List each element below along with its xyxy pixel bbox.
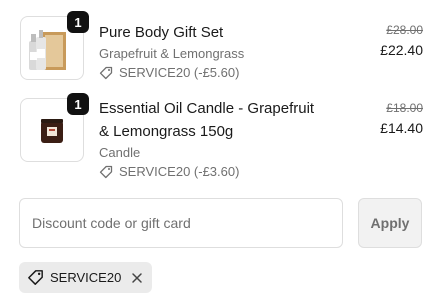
applied-discount-tag: SERVICE20 bbox=[19, 262, 153, 293]
product-title: Pure Body Gift Set bbox=[99, 24, 224, 41]
product-info: Essential Oil Candle - Grapefruit & Lemo… bbox=[99, 97, 319, 179]
product-thumbnail: 1 bbox=[20, 11, 89, 80]
line-price: £18.00 £14.40 bbox=[380, 100, 423, 138]
line-discount: SERVICE20 (-£3.60) bbox=[99, 164, 319, 179]
tag-icon bbox=[28, 270, 43, 285]
product-variant: Grapefruit & Lemongrass bbox=[99, 46, 245, 61]
tag-icon bbox=[99, 66, 113, 79]
close-icon bbox=[132, 272, 143, 283]
line-discount: SERVICE20 (-£5.60) bbox=[99, 65, 244, 80]
product-info: Pure Body Gift Set Grapefruit & Lemongra… bbox=[99, 21, 244, 80]
discounted-price: £14.40 bbox=[380, 120, 423, 136]
remove-discount-button[interactable] bbox=[131, 272, 143, 284]
product-thumbnail: 1 bbox=[20, 93, 89, 162]
original-price: £18.00 bbox=[386, 101, 423, 115]
cart-line-item: 1 Pure Body Gift Set Grapefruit & Lemong… bbox=[0, 0, 442, 90]
line-discount-text: SERVICE20 (-£5.60) bbox=[119, 65, 240, 80]
discount-code-input[interactable] bbox=[19, 198, 343, 248]
quantity-badge: 1 bbox=[67, 11, 89, 33]
product-title: Essential Oil Candle - Grapefruit & Lemo… bbox=[99, 100, 315, 140]
cart-line-item: 1 Essential Oil Candle - Grapefruit & Le… bbox=[0, 90, 442, 180]
applied-code-label: SERVICE20 bbox=[50, 270, 122, 285]
tag-icon bbox=[99, 165, 113, 178]
product-variant: Candle bbox=[99, 145, 141, 160]
apply-button[interactable]: Apply bbox=[358, 198, 422, 248]
quantity-badge: 1 bbox=[67, 93, 89, 115]
line-discount-text: SERVICE20 (-£3.60) bbox=[119, 164, 240, 179]
original-price: £28.00 bbox=[386, 23, 423, 37]
line-price: £28.00 £22.40 bbox=[380, 22, 423, 60]
discounted-price: £22.40 bbox=[380, 42, 423, 58]
